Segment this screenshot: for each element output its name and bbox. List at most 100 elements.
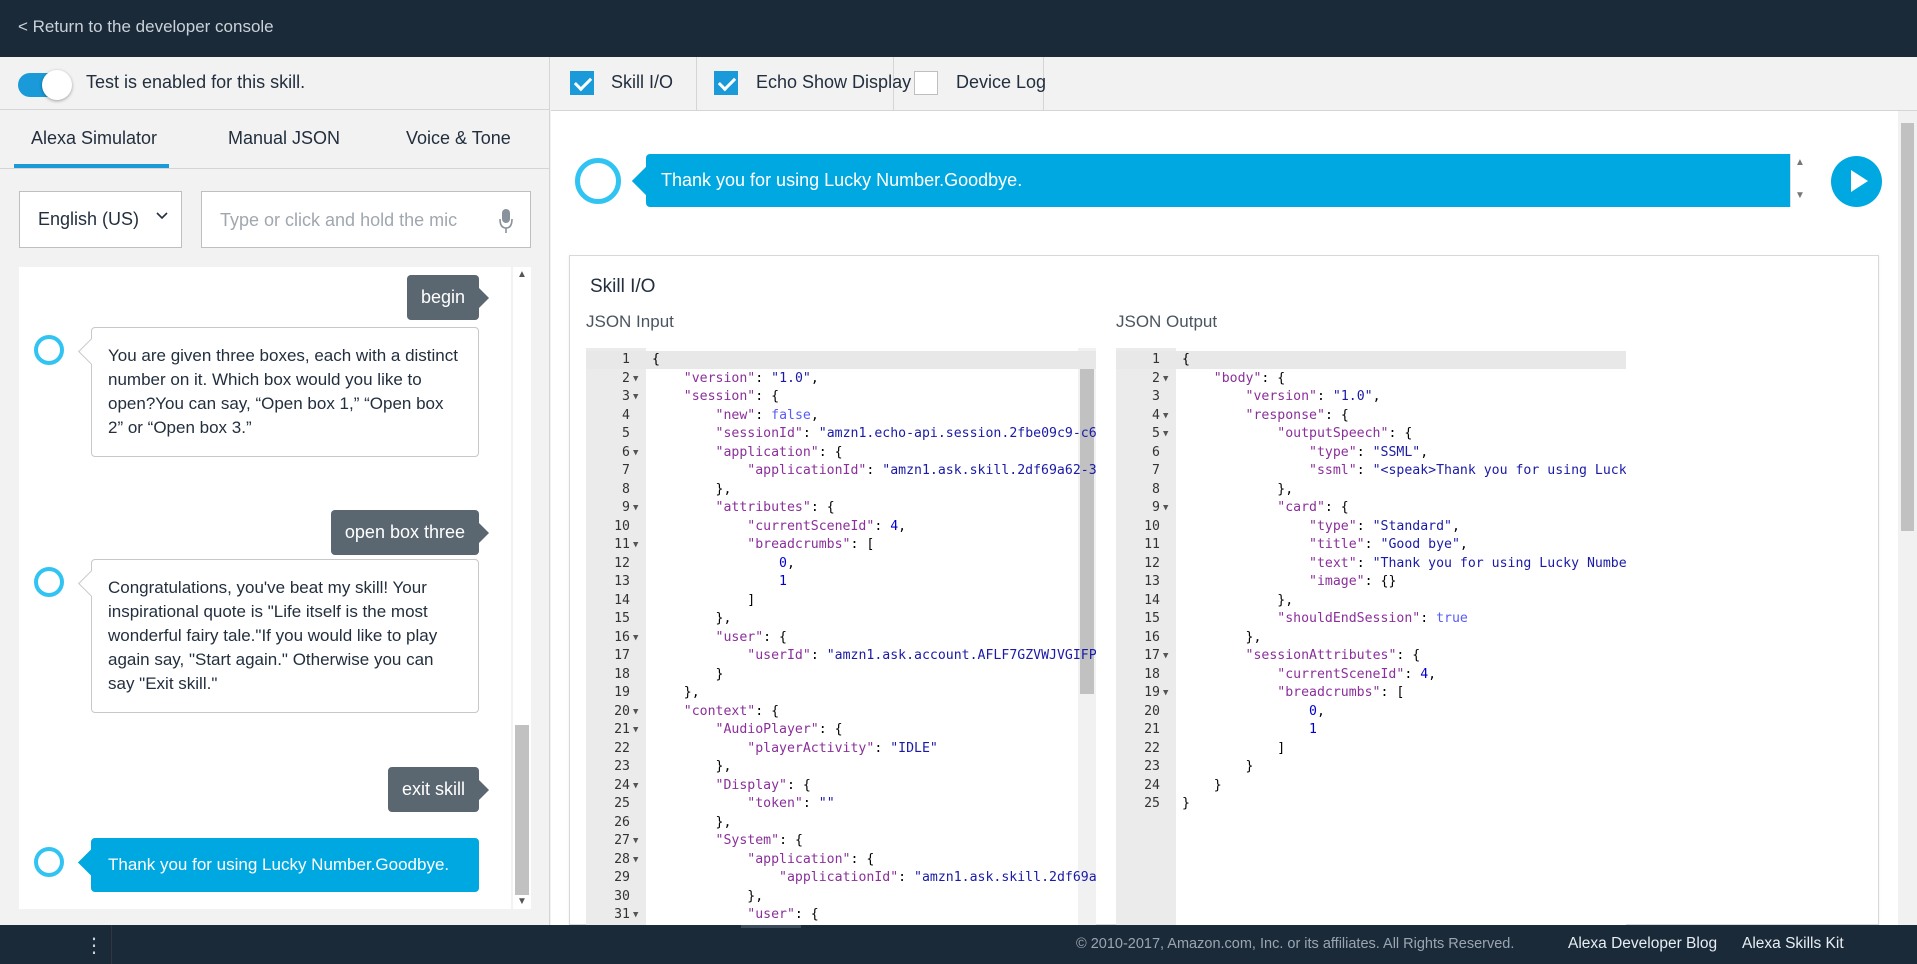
code-line: 25 "token": "" (586, 795, 1096, 813)
json-input-editor[interactable]: ▲ 1{2▼ "version": "1.0",3▼ "session": {4… (586, 348, 1096, 926)
language-select[interactable]: English (US) (19, 191, 182, 248)
scroll-up-arrow[interactable]: ▲ (517, 269, 527, 280)
code-line: 5 ▼ "outputSpeech": { (1116, 425, 1626, 443)
code-line: 18 } (586, 666, 1096, 684)
fold-arrow-icon[interactable]: ▼ (633, 832, 638, 850)
fold-arrow-icon[interactable]: ▼ (633, 906, 638, 924)
code-line: 14 ] (586, 592, 1096, 610)
code-text: "breadcrumbs": [ (747, 537, 875, 552)
page-scrollbar[interactable] (1898, 111, 1917, 925)
code-line: 21 ▼ "AudioPlayer": { (586, 721, 1096, 739)
line-number: 6 (622, 444, 630, 460)
microphone-icon[interactable] (498, 206, 514, 236)
code-text: }, (652, 759, 732, 774)
device-log-checkbox[interactable] (914, 71, 938, 95)
line-number: 11 (614, 537, 630, 552)
fold-arrow-icon[interactable]: ▼ (633, 721, 638, 739)
code-line: 10 "currentSceneId": 4, (586, 518, 1096, 536)
code-line: 7 "ssml": "<speak>Thank you for using Lu… (1116, 462, 1626, 480)
code-line: 15 }, (586, 610, 1096, 628)
fold-arrow-icon[interactable]: ▼ (633, 777, 638, 795)
fold-arrow-icon[interactable]: ▼ (633, 499, 638, 517)
code-text: "version": "1.0", (683, 370, 819, 386)
line-number: 4 (1152, 407, 1160, 423)
code-line: 11 "title": "Good bye", (1116, 536, 1626, 554)
alexa-message: You are given three boxes, each with a d… (91, 327, 479, 457)
code-line: 10 "type": "Standard", (1116, 518, 1626, 536)
line-number: 4 (622, 407, 630, 423)
code-line: 1{ (586, 351, 1096, 369)
fold-arrow-icon[interactable]: ▼ (633, 629, 638, 647)
line-number: 22 (614, 740, 630, 756)
conversation-scrollbar[interactable]: ▲ ▼ (513, 267, 531, 909)
line-number: 21 (1144, 722, 1160, 737)
tab-manual-json[interactable]: Manual JSON (228, 128, 340, 149)
fold-arrow-icon[interactable]: ▼ (633, 851, 638, 869)
scroll-down-arrow[interactable]: ▼ (517, 896, 527, 907)
code-text: "currentSceneId": 4, (1277, 666, 1437, 682)
echo-show-display-checkbox[interactable] (714, 71, 738, 95)
fold-arrow-icon[interactable]: ▼ (633, 388, 638, 406)
code-text: ] (652, 592, 756, 608)
tab-echo-show-display[interactable]: Echo Show Display (697, 57, 911, 111)
code-text: "token": "" (747, 796, 835, 811)
line-number: 19 (614, 685, 630, 700)
fold-arrow-icon[interactable]: ▼ (1163, 407, 1168, 425)
test-toggle-row: Test is enabled for this skill. (0, 57, 550, 110)
code-line: 4 ▼ "response": { (1116, 407, 1626, 425)
code-text: "ssml": "<speak>Thank you for using Luck… (1309, 463, 1626, 478)
fold-arrow-icon[interactable]: ▼ (633, 536, 638, 554)
code-line: 2 ▼ "version": "1.0", (586, 370, 1096, 388)
fold-arrow-icon[interactable]: ▼ (1163, 370, 1168, 388)
fold-arrow-icon[interactable]: ▼ (1163, 647, 1168, 665)
tab-device-log[interactable]: Device Log (894, 57, 1047, 111)
code-line: 19 ▼ "breadcrumbs": [ (1116, 684, 1626, 702)
code-line: 23 }, (586, 758, 1096, 776)
code-text: "applicationId": "amzn1.ask.skill.2df69a… (779, 870, 1096, 885)
code-text: "outputSpeech": { (1277, 426, 1413, 441)
scroll-thumb[interactable] (1901, 123, 1914, 531)
line-number: 17 (1144, 648, 1160, 663)
json-output-editor[interactable]: 1{2 ▼ "body": {3 "version": "1.0", 4 ▼ "res… (1116, 348, 1626, 926)
more-menu-icon[interactable]: ⋮ (84, 933, 104, 958)
alexa-ring-icon (34, 335, 64, 365)
alexa-developer-blog-link[interactable]: Alexa Developer Blog (1568, 935, 1717, 953)
code-line: 3 "version": "1.0", (1116, 388, 1626, 406)
scroll-up-arrow[interactable]: ▲ (1795, 157, 1805, 168)
test-enabled-toggle[interactable] (18, 70, 72, 100)
code-text: "application": { (747, 851, 875, 867)
fold-arrow-icon[interactable]: ▼ (633, 703, 638, 721)
code-text: "context": { (683, 703, 780, 719)
code-text: ] (1182, 740, 1286, 756)
code-text: 0, (1309, 703, 1325, 719)
tab-alexa-simulator[interactable]: Alexa Simulator (31, 128, 157, 149)
scroll-thumb[interactable] (515, 725, 529, 895)
play-button[interactable] (1831, 156, 1882, 207)
code-line: 6 ▼ "application": { (586, 444, 1096, 462)
code-line: 8 }, (586, 481, 1096, 499)
fold-arrow-icon[interactable]: ▼ (633, 370, 638, 388)
tab-voice-tone[interactable]: Voice & Tone (406, 128, 511, 149)
speech-output-scrollbar[interactable]: ▲ ▼ (1790, 154, 1810, 207)
line-number: 9 (622, 500, 630, 515)
code-text: { (652, 352, 660, 367)
skill-io-checkbox[interactable] (570, 71, 594, 95)
fold-arrow-icon[interactable]: ▼ (1163, 425, 1168, 443)
return-to-console-link[interactable]: < Return to the developer console (18, 17, 274, 37)
code-text: "System": { (715, 833, 803, 848)
line-number: 20 (614, 703, 630, 719)
fold-arrow-icon[interactable]: ▼ (1163, 499, 1168, 517)
utterance-input[interactable] (220, 206, 480, 234)
tab-skill-io[interactable]: Skill I/O (551, 57, 697, 111)
line-number: 28 (614, 851, 630, 867)
fold-arrow-icon[interactable]: ▼ (633, 444, 638, 462)
active-tab-indicator (14, 164, 169, 168)
line-number: 24 (1144, 777, 1160, 793)
device-log-label: Device Log (956, 72, 1047, 92)
alexa-skills-kit-link[interactable]: Alexa Skills Kit (1742, 935, 1844, 953)
code-text: "breadcrumbs": [ (1277, 685, 1405, 700)
line-number: 7 (1152, 463, 1160, 478)
code-line: 11 ▼ "breadcrumbs": [ (586, 536, 1096, 554)
fold-arrow-icon[interactable]: ▼ (1163, 684, 1168, 702)
scroll-down-arrow[interactable]: ▼ (1795, 190, 1805, 201)
